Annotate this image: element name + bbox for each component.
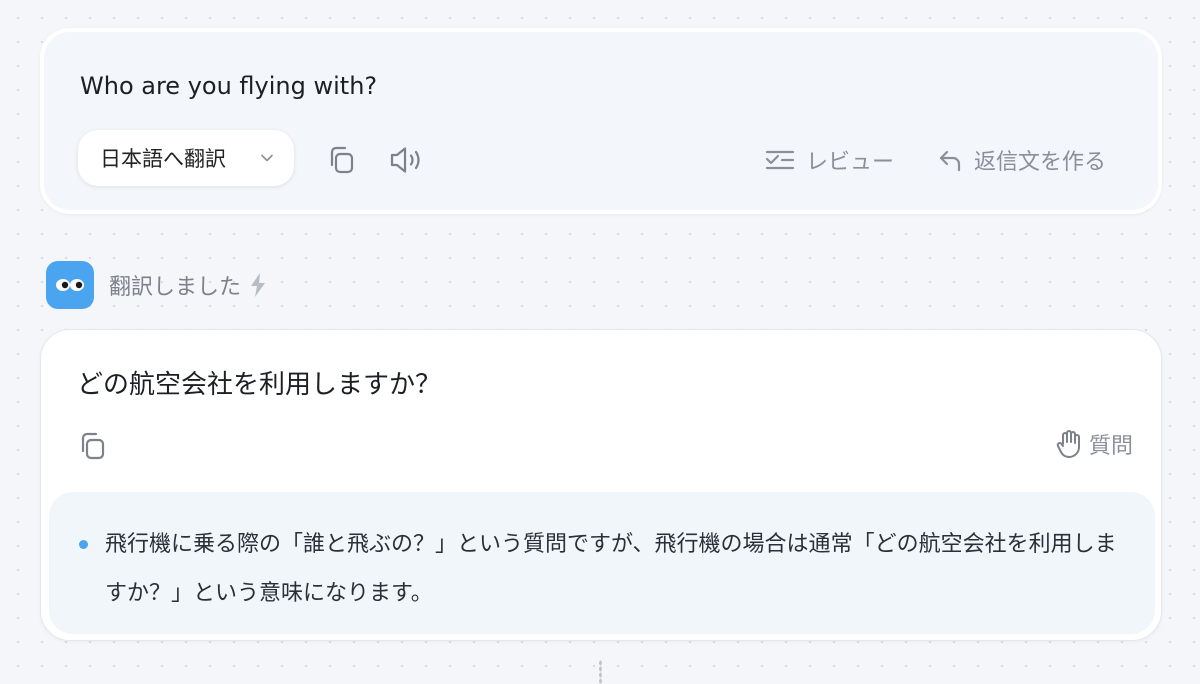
copy-icon (330, 146, 354, 174)
question-label: 質問 (1088, 434, 1133, 459)
translate-language-label: 日本語へ翻訳 (100, 147, 226, 171)
bot-avatar-icon (46, 261, 94, 309)
reply-label: 返信文を作る (974, 150, 1107, 175)
review-icon (765, 150, 795, 170)
translation-status: 翻訳しました (46, 261, 267, 309)
translation-card: どの航空会社を利用しますか？ 質問 飛行機に乗る際の「誰と飛ぶの？」という質問で… (40, 329, 1162, 641)
hand-icon (1056, 430, 1080, 458)
translate-language-button[interactable]: 日本語へ翻訳 (78, 130, 294, 186)
copy-source-button[interactable] (326, 144, 358, 180)
explanation-box: 飛行機に乗る際の「誰と飛ぶの？」という質問ですが、飛行機の場合は通常「どの航空会… (49, 492, 1155, 634)
status-label: 翻訳しました (109, 275, 242, 300)
question-button[interactable]: 質問 (1055, 428, 1133, 460)
speak-button[interactable] (388, 144, 428, 180)
speaker-icon (390, 147, 420, 173)
reply-button[interactable]: 返信文を作る (938, 144, 1106, 176)
lightning-icon (251, 273, 266, 297)
review-button[interactable]: レビュー (764, 144, 894, 176)
copy-icon (81, 432, 105, 460)
review-label: レビュー (806, 150, 895, 175)
reply-icon (939, 150, 961, 172)
translation-text: どの航空会社を利用しますか？ (77, 370, 442, 400)
bullet-dot (79, 540, 88, 549)
chevron-down-icon (261, 154, 273, 162)
source-card: Who are you flying with? 日本語へ翻訳 レビュー 返信文… (40, 28, 1162, 214)
source-text: Who are you flying with? (80, 72, 378, 100)
copy-translation-button[interactable] (77, 430, 109, 466)
explanation-text: 飛行機に乗る際の「誰と飛ぶの？」という質問ですが、飛行機の場合は通常「どの航空会… (105, 532, 1117, 606)
divider-dots (599, 660, 602, 684)
